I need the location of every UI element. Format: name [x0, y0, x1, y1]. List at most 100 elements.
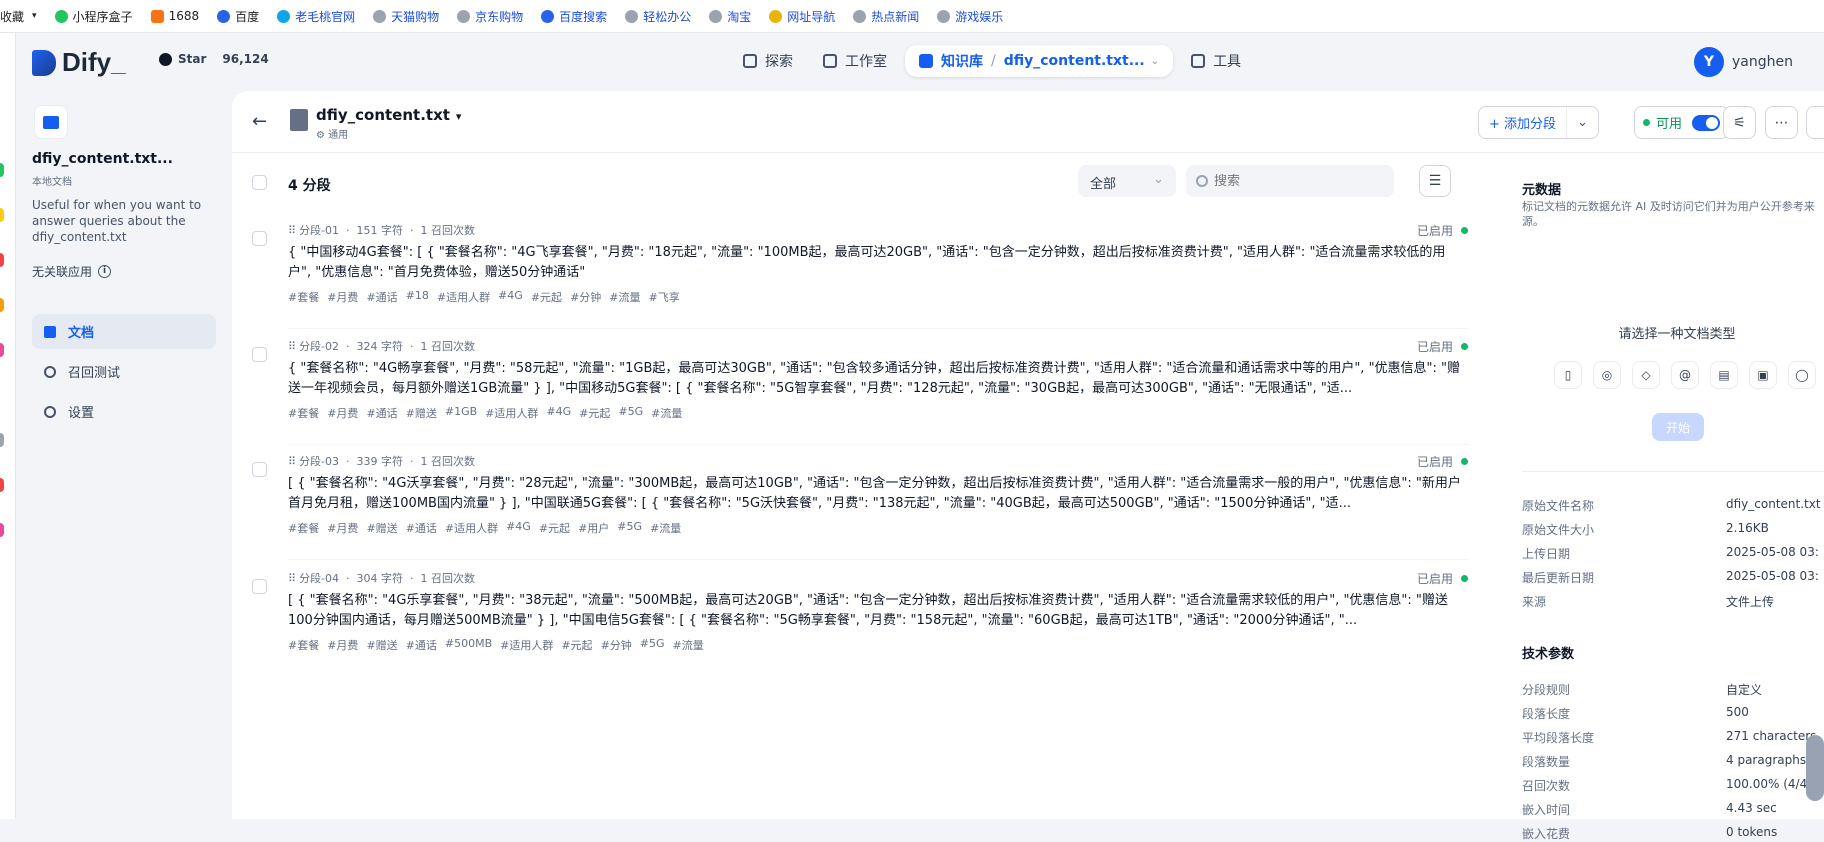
side-app-icon[interactable] — [0, 298, 4, 312]
keyword-tag: #通话 — [405, 639, 437, 652]
keyword-tag: #用户 — [578, 522, 610, 535]
segment-settings-button[interactable]: ⚟ — [1723, 106, 1756, 139]
segment-checkbox[interactable] — [252, 579, 267, 594]
bookmark-item[interactable]: 轻松办公 — [625, 8, 691, 25]
status-dot — [1461, 227, 1468, 234]
nav-knowledge[interactable]: 知识库 / dfiy_content.txt... ⌄ — [905, 45, 1174, 77]
web-icon[interactable]: ◎ — [1593, 361, 1621, 389]
keyword-tag: #元起 — [538, 522, 571, 535]
sidebar-item-retrieval-test[interactable]: 召回测试 — [32, 354, 216, 389]
user-name: yanghen — [1732, 54, 1793, 70]
keyword-tag: #月费 — [327, 639, 359, 652]
paper-icon[interactable]: ◇ — [1632, 361, 1660, 389]
select-all-checkbox[interactable] — [252, 175, 267, 190]
keyword-tag: #适用人群 — [444, 522, 499, 535]
more-icon: ⋯ — [1774, 114, 1789, 131]
bookmark-item[interactable]: 老毛桃官网 — [277, 8, 355, 25]
segment-card[interactable]: ⠿ 分段-02 · 324 字符 · 1 召回次数 已启用 { "套餐名称": "4G畅享… — [232, 329, 1492, 445]
segment-search[interactable] — [1186, 165, 1394, 197]
status-label: 可用 — [1656, 117, 1683, 132]
sidebar-item-documents[interactable]: 文档 — [32, 314, 216, 349]
bookmark-item[interactable]: 百度 — [217, 8, 259, 25]
user-menu[interactable]: Y yanghen — [1694, 47, 1793, 77]
collapse-list-button[interactable]: ☰ — [1419, 165, 1451, 197]
segment-checkbox[interactable] — [252, 347, 267, 362]
chat-icon[interactable]: ◯ — [1788, 361, 1816, 389]
github-star-button[interactable]: Star 96,124 — [151, 48, 277, 70]
grid-icon: ⠿ — [288, 339, 297, 353]
metadata-panel: 元数据 标记文档的元数据允许 AI 及时访问它们并为用户公开参考来源。 请选择一… — [1522, 153, 1824, 841]
keyword-tag: #5G — [617, 520, 643, 533]
tech-param-row: 嵌入花费 0 tokens — [1522, 825, 1778, 841]
bookmark-favorites[interactable]: 收藏 ▾ — [0, 8, 37, 25]
sidebar-item-settings[interactable]: 设置 — [32, 394, 216, 429]
business-document-icon[interactable]: ▣ — [1749, 361, 1777, 389]
nav-explore[interactable]: 探索 — [731, 45, 805, 77]
segment-checkbox[interactable] — [252, 231, 267, 246]
dify-logo-icon — [32, 49, 56, 76]
search-input[interactable] — [1214, 173, 1384, 189]
more-options-button[interactable]: ⋯ — [1765, 106, 1798, 139]
bookmark-item[interactable]: 小程序盒子 — [54, 8, 133, 25]
bookmark-item[interactable]: 网址导航 — [769, 8, 835, 25]
bookmark-item[interactable]: 游戏娱乐 — [937, 8, 1003, 25]
keyword-tag: #流量 — [650, 522, 682, 535]
segment-count: 4 分段 — [288, 178, 331, 194]
nav-studio[interactable]: 工作室 — [811, 45, 899, 77]
folder-icon — [34, 105, 68, 139]
robot-icon — [823, 54, 837, 68]
document-title[interactable]: dfiy_content.txt ▾ — [316, 106, 461, 124]
back-arrow-icon[interactable]: ← — [252, 111, 267, 132]
availability-switch[interactable]: 可用 — [1634, 106, 1730, 139]
keyword-tag: #4G — [506, 520, 531, 533]
file-info-row: 来源 文件上传 — [1522, 595, 1775, 609]
dify-logo[interactable]: Dify _ — [32, 47, 126, 78]
linked-apps[interactable]: 无关联应用 i — [32, 263, 112, 280]
keyword-tag: #通话 — [366, 291, 398, 304]
scroll-handle[interactable] — [1806, 735, 1824, 801]
keyword-tag: #赠送 — [366, 639, 398, 652]
info-icon[interactable]: i — [98, 265, 112, 278]
sliders-icon: ⚟ — [1733, 114, 1746, 131]
segment-card[interactable]: ⠿ 分段-01 · 151 字符 · 1 召回次数 已启用 { "中国移动4G套餐": [… — [232, 213, 1492, 329]
side-app-icon[interactable] — [0, 433, 4, 447]
segment-card[interactable]: ⠿ 分段-03 · 339 字符 · 1 召回次数 已启用 [ { "套餐名称": "4G… — [232, 444, 1492, 560]
book-icon[interactable]: ▯ — [1554, 361, 1582, 389]
bookmark-item[interactable]: 天猫购物 — [373, 8, 439, 25]
sidebar-menu: 文档 召回测试 设置 — [32, 314, 216, 434]
chevron-down-icon: ⌄ — [1150, 55, 1160, 67]
status-dot — [1461, 458, 1468, 465]
tech-params-title: 技术参数 — [1522, 647, 1575, 662]
personal-document-icon[interactable]: ▤ — [1710, 361, 1738, 389]
bookmark-item[interactable]: 百度搜索 — [541, 8, 607, 25]
side-app-icon[interactable] — [0, 253, 4, 267]
gear-icon: ⚙ — [316, 130, 329, 141]
current-dataset-dropdown[interactable]: dfiy_content.txt... — [1004, 53, 1145, 69]
add-segment-button[interactable]: + 添加分段 ⌄ — [1478, 106, 1599, 139]
side-app-icon[interactable] — [0, 208, 4, 222]
nav-tools[interactable]: 工具 — [1179, 45, 1253, 77]
bookmark-item[interactable]: 淘宝 — [709, 8, 751, 25]
doc-type-prompt: 请选择一种文档类型 — [1618, 327, 1736, 342]
start-button[interactable]: 开始 — [1652, 413, 1704, 441]
side-app-icon[interactable] — [0, 343, 4, 357]
bookmark-item[interactable]: 1688 — [150, 9, 199, 23]
segment-keywords: #套餐 #月费 #赠送 #通话 #适用人群 #4G #元起 #用户 #5G #流量 — [288, 520, 689, 536]
bookmark-item[interactable]: 热点新闻 — [853, 8, 919, 25]
chevron-down-icon: ▾ — [455, 110, 462, 123]
panel-toggle-button[interactable] — [1806, 106, 1824, 139]
keyword-tag: #1GB — [444, 405, 478, 418]
tech-param-row: 召回次数 100.00% (4/4) — [1522, 777, 1812, 793]
keyword-tag: #赠送 — [366, 522, 398, 535]
side-app-icon[interactable] — [0, 523, 4, 537]
side-app-icon[interactable] — [0, 163, 4, 177]
chevron-down-icon[interactable]: ⌄ — [1567, 115, 1598, 130]
segment-checkbox[interactable] — [252, 462, 267, 477]
enable-toggle[interactable] — [1692, 114, 1721, 131]
bookmark-item[interactable]: 京东购物 — [457, 8, 523, 25]
social-icon[interactable]: @ — [1671, 361, 1699, 389]
segment-card[interactable]: ⠿ 分段-04 · 304 字符 · 1 召回次数 已启用 [ { "套餐名称": "4G… — [232, 561, 1492, 677]
status-filter-select[interactable]: 全部 ⌄ — [1078, 165, 1176, 197]
side-app-icon[interactable] — [0, 478, 4, 492]
keyword-tag: #适用人群 — [500, 639, 554, 652]
